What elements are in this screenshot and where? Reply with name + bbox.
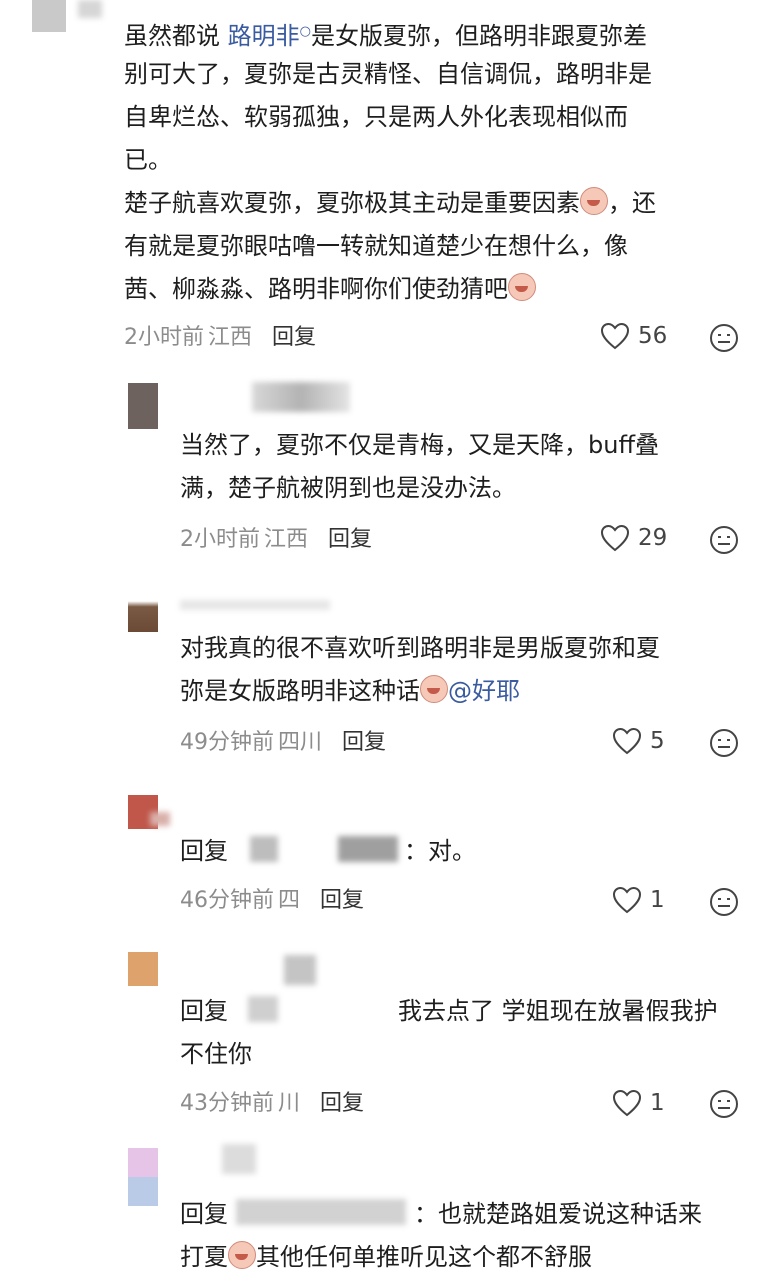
comment-line: 回复 ：对。 bbox=[180, 836, 476, 865]
location: 四 bbox=[278, 888, 301, 913]
comment-line: 茜、柳淼淼、路明非啊你们使劲猜吧 bbox=[124, 268, 536, 311]
username-obscured bbox=[150, 812, 170, 826]
emoji-face-icon[interactable] bbox=[709, 728, 739, 762]
like-button[interactable]: 1 bbox=[612, 886, 665, 914]
timestamp: 49分钟前 bbox=[180, 730, 274, 755]
heart-outline-icon bbox=[600, 322, 630, 350]
comment-line: 已。 bbox=[124, 146, 172, 174]
avatar[interactable] bbox=[128, 952, 158, 986]
emoji-face-icon[interactable] bbox=[709, 1089, 739, 1123]
timestamp: 2小时前 bbox=[180, 527, 260, 552]
reply-button[interactable]: 回复 bbox=[320, 888, 364, 913]
comment-line: 当然了，夏弥不仅是青梅，又是天降，buff叠 bbox=[180, 431, 659, 459]
username-obscured bbox=[222, 1144, 256, 1174]
reply-button[interactable]: 回复 bbox=[342, 730, 386, 755]
like-count: 1 bbox=[650, 1090, 665, 1116]
avatar[interactable] bbox=[128, 383, 158, 429]
like-count: 1 bbox=[650, 887, 665, 913]
like-count: 5 bbox=[650, 728, 665, 754]
emoji-face-icon[interactable] bbox=[709, 323, 739, 357]
comment-line: 打夏 其他任何单推听见这个都不舒服 bbox=[180, 1241, 592, 1271]
comment-line: 回复 我去点了 学姐现在放暑假我护 bbox=[180, 996, 718, 1025]
heart-outline-icon bbox=[612, 1089, 642, 1117]
heart-outline-icon bbox=[612, 727, 642, 755]
sticker-emoji-icon bbox=[228, 1241, 256, 1269]
mention-obscured bbox=[236, 1199, 406, 1225]
crying-emoji-icon bbox=[508, 273, 536, 301]
username-obscured bbox=[252, 382, 350, 412]
comment-meta: 46分钟前四回复 bbox=[180, 886, 364, 916]
reply-button[interactable]: 回复 bbox=[272, 325, 316, 350]
comment-meta: 2小时前 江西 回复 bbox=[180, 525, 372, 555]
timestamp: 46分钟前 bbox=[180, 888, 274, 913]
sticker-emoji-icon bbox=[420, 675, 448, 703]
avatar[interactable] bbox=[128, 1148, 158, 1206]
emoji-face-icon[interactable] bbox=[709, 525, 739, 559]
mention-obscured bbox=[250, 836, 278, 862]
comment-line: 回复 ：也就楚路姐爱说这种话来 bbox=[180, 1199, 702, 1228]
emoji-face-icon[interactable] bbox=[709, 887, 739, 921]
comment-meta: 2小时前 江西 回复 bbox=[124, 323, 316, 353]
mention-link[interactable]: @好耶 bbox=[448, 677, 520, 705]
comment-line: 自卑烂怂、软弱孤独，只是两人外化表现相似而 bbox=[124, 103, 628, 131]
sticker-emoji-icon bbox=[580, 187, 608, 215]
timestamp: 2小时前 bbox=[124, 325, 204, 350]
mention-obscured bbox=[248, 996, 278, 1022]
like-button[interactable]: 56 bbox=[600, 322, 667, 350]
reply-button[interactable]: 回复 bbox=[320, 1091, 364, 1116]
username-obscured bbox=[78, 0, 102, 18]
like-count: 29 bbox=[638, 525, 668, 551]
username-obscured bbox=[284, 955, 316, 985]
comment-line: 对我真的很不喜欢听到路明非是男版夏弥和夏 bbox=[180, 634, 660, 662]
comment-line: 虽然都说 路明非○是女版夏弥，但路明非跟夏弥差 bbox=[124, 22, 647, 50]
heart-outline-icon bbox=[600, 524, 630, 552]
location: 江西 bbox=[264, 527, 309, 552]
location: 四川 bbox=[278, 730, 323, 755]
location: 江西 bbox=[208, 325, 253, 350]
search-icon: ○ bbox=[299, 24, 311, 39]
timestamp: 43分钟前 bbox=[180, 1091, 274, 1116]
username-obscured bbox=[180, 600, 330, 610]
comment-meta: 43分钟前川回复 bbox=[180, 1089, 364, 1119]
comment-line: 别可大了，夏弥是古灵精怪、自信调侃，路明非是 bbox=[124, 60, 652, 88]
location: 川 bbox=[278, 1091, 301, 1116]
like-button[interactable]: 29 bbox=[600, 524, 667, 552]
like-button[interactable]: 5 bbox=[612, 727, 665, 755]
comment-line: 有就是夏弥眼咕噜一转就知道楚少在想什么，像 bbox=[124, 232, 628, 260]
comment-line: 楚子航喜欢夏弥，夏弥极其主动是重要因素 ，还 bbox=[124, 187, 656, 217]
heart-outline-icon bbox=[612, 886, 642, 914]
comment-line: 不住你 bbox=[180, 1040, 252, 1068]
reply-button[interactable]: 回复 bbox=[328, 527, 372, 552]
topic-link[interactable]: 路明非 bbox=[228, 22, 300, 50]
avatar[interactable] bbox=[128, 576, 158, 632]
avatar[interactable] bbox=[32, 0, 66, 32]
mention-obscured bbox=[338, 836, 398, 862]
comment-line: 满，楚子航被阴到也是没办法。 bbox=[180, 474, 516, 502]
like-button[interactable]: 1 bbox=[612, 1089, 665, 1117]
comment-meta: 49分钟前 四川 回复 bbox=[180, 728, 386, 758]
comment-line: 弥是女版路明非这种话 @好耶 bbox=[180, 675, 520, 705]
like-count: 56 bbox=[638, 323, 668, 349]
